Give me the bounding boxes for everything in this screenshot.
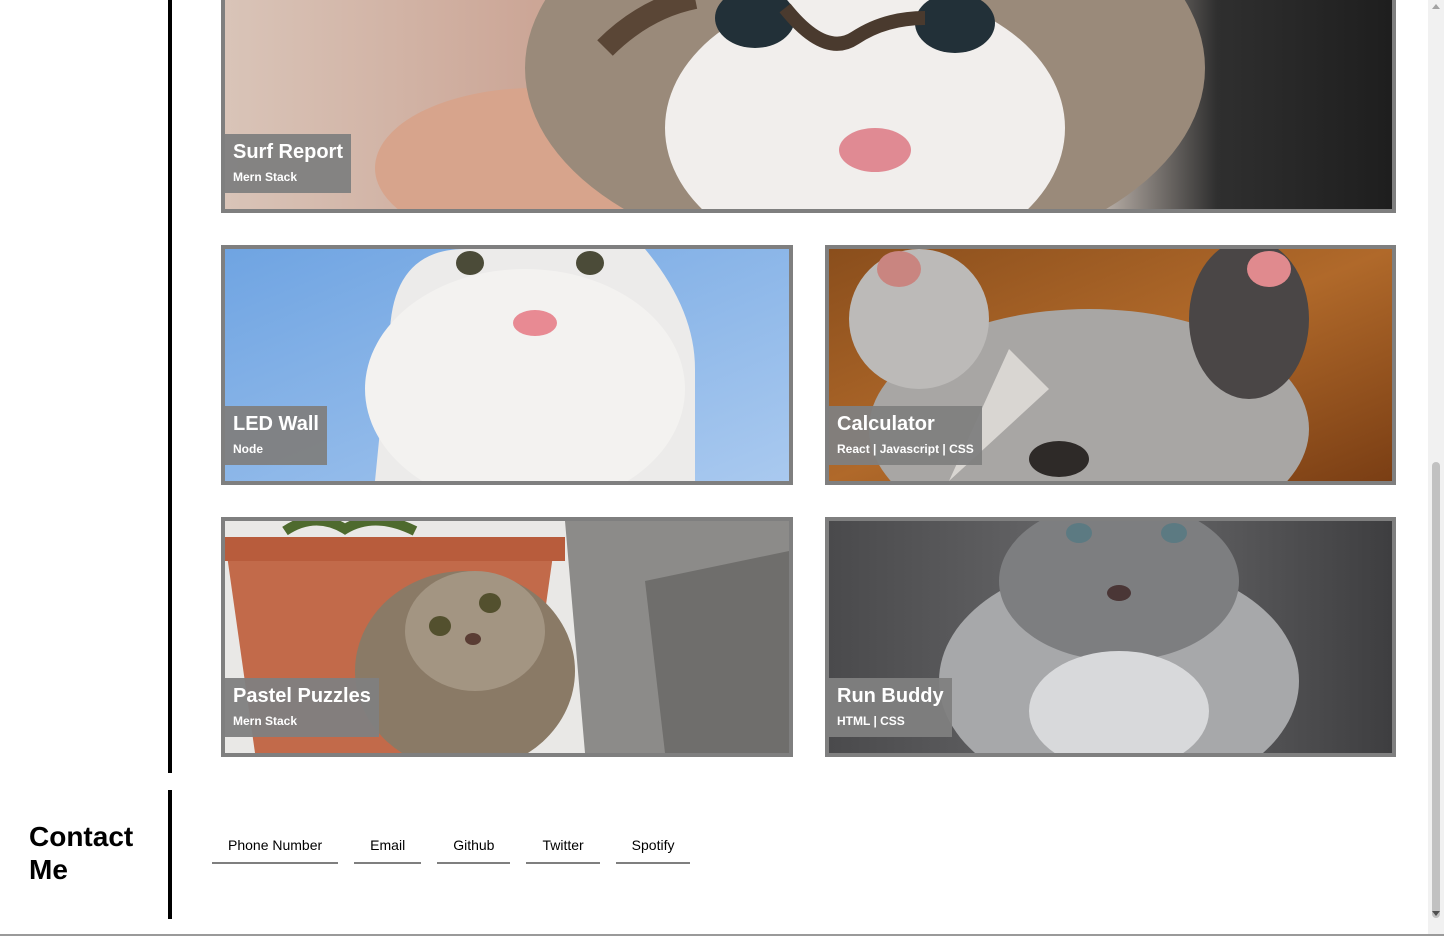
project-tech: Mern Stack [233,170,298,184]
contact-link-spotify[interactable]: Spotify [615,831,691,864]
project-tech: React | Javascript | CSS [837,442,974,456]
project-title: Surf Report [233,141,343,163]
scroll-up-icon[interactable] [1432,4,1440,9]
contact-links: Phone Number Email Github Twitter Spotif… [212,831,691,864]
work-section-divider [168,0,172,773]
scroll-thumb[interactable] [1432,462,1440,918]
project-label: Run Buddy HTML | CSS [829,678,952,737]
project-label: LED Wall Node [225,406,327,465]
project-card-surf-report[interactable]: Surf Report Mern Stack [221,0,1396,213]
project-title: Pastel Puzzles [233,685,371,707]
project-tech: HTML | CSS [837,714,905,728]
project-label: Pastel Puzzles Mern Stack [225,678,379,737]
portfolio-page: Surf Report Mern Stack LED Wall Node Cal… [0,0,1444,936]
scroll-down-icon[interactable] [1432,911,1440,916]
project-title: LED Wall [233,413,319,435]
project-label: Surf Report Mern Stack [225,134,351,193]
vertical-scrollbar[interactable] [1428,0,1444,936]
contact-link-email[interactable]: Email [354,831,422,864]
project-label: Calculator React | Javascript | CSS [829,406,982,465]
project-tech: Node [233,442,263,456]
project-card-led-wall[interactable]: LED Wall Node [221,245,793,485]
project-title: Run Buddy [837,685,944,707]
project-card-calculator[interactable]: Calculator React | Javascript | CSS [825,245,1396,485]
project-card-pastel-puzzles[interactable]: Pastel Puzzles Mern Stack [221,517,793,757]
contact-section-divider [168,790,172,919]
contact-link-phone[interactable]: Phone Number [212,831,339,864]
project-title: Calculator [837,413,935,435]
kitten-photo-surf [225,0,1392,209]
project-tech: Mern Stack [233,714,298,728]
contact-link-github[interactable]: Github [437,831,511,864]
contact-link-twitter[interactable]: Twitter [526,831,600,864]
project-card-run-buddy[interactable]: Run Buddy HTML | CSS [825,517,1396,757]
contact-heading: Contact Me [29,821,134,885]
